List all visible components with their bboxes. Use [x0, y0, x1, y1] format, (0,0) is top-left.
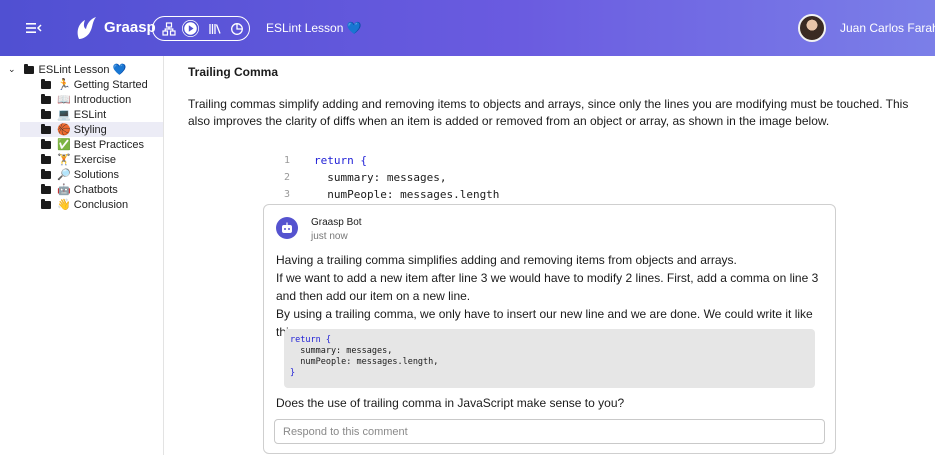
- comment-paragraph: If we want to add a new item after line …: [276, 271, 819, 303]
- comment-time: just now: [311, 231, 348, 242]
- breadcrumb[interactable]: ESLint Lesson 💙: [266, 21, 362, 35]
- code-block: return { summary: messages, numPeople: m…: [284, 329, 815, 388]
- line-number: 3: [284, 189, 291, 200]
- comment-author: Graasp Bot: [311, 217, 362, 228]
- player-mode-icon[interactable]: [182, 20, 199, 37]
- sidebar-item-label: 👋 Conclusion: [57, 199, 129, 211]
- chatbot-comment-card: Graasp Bot just now Having a trailing co…: [263, 204, 836, 454]
- folder-icon: [41, 153, 51, 164]
- folder-icon: [41, 183, 51, 194]
- sidebar-item-conclusion[interactable]: 👋 Conclusion: [20, 197, 163, 212]
- sidebar-item-label: 🏋 Exercise: [57, 154, 116, 166]
- sidebar-item-introduction[interactable]: 📖 Introduction: [20, 92, 163, 107]
- avatar[interactable]: [798, 14, 826, 42]
- folder-icon: [41, 138, 51, 149]
- sidebar-tree: ⌄ ESLint Lesson 💙 🏃 Getting Started 📖 In…: [0, 56, 164, 455]
- sidebar-item-chatbots[interactable]: 🤖 Chatbots: [20, 182, 163, 197]
- analytics-icon[interactable]: [228, 20, 245, 37]
- code-line: return {: [290, 335, 331, 345]
- app-header: Graasp ESLint Lesson 💙 Juan Carlos Farah: [0, 0, 935, 56]
- folder-icon: [41, 123, 51, 134]
- code-line: summary: messages,: [290, 346, 393, 356]
- sidebar-item-solutions[interactable]: 🔎 Solutions: [20, 167, 163, 182]
- code-line: 1 return {: [284, 152, 499, 169]
- sidebar-item-getting-started[interactable]: 🏃 Getting Started: [20, 77, 163, 92]
- sidebar-item-label: ✅ Best Practices: [57, 139, 145, 151]
- sidebar-item-label: 🏃 Getting Started: [57, 79, 148, 91]
- comment-paragraph: Having a trailing comma simplifies addin…: [276, 253, 737, 267]
- sidebar-item-label: 🏀 Styling: [57, 124, 107, 136]
- folder-icon: [23, 63, 34, 74]
- sidebar-item-label: 📖 Introduction: [57, 94, 132, 106]
- line-number: 1: [284, 155, 291, 166]
- code-text: return {: [314, 154, 367, 167]
- user-name[interactable]: Juan Carlos Farah: [840, 21, 935, 35]
- sidebar-item-styling[interactable]: 🏀 Styling: [20, 122, 163, 137]
- tree-root-item[interactable]: ⌄ ESLint Lesson 💙: [8, 62, 126, 77]
- library-icon[interactable]: [206, 20, 223, 37]
- sidebar-item-exercise[interactable]: 🏋 Exercise: [20, 152, 163, 167]
- code-line: 2 summary: messages,: [284, 169, 499, 186]
- code-line: numPeople: messages.length,: [290, 357, 439, 367]
- bot-icon: [276, 217, 298, 239]
- code-line: 3 numPeople: messages.length: [284, 186, 499, 203]
- code-text: summary: messages,: [314, 171, 447, 184]
- folder-icon: [41, 168, 51, 179]
- page-title: Trailing Comma: [188, 65, 279, 79]
- graasp-logo-icon[interactable]: [74, 15, 98, 41]
- brand-name[interactable]: Graasp: [104, 19, 156, 36]
- folder-icon: [41, 198, 51, 209]
- sidebar-item-label: 🤖 Chatbots: [57, 184, 118, 196]
- code-line: }: [290, 368, 296, 378]
- chevron-down-icon[interactable]: ⌄: [8, 64, 16, 75]
- tree-root-label: ESLint Lesson 💙: [38, 64, 127, 76]
- folder-icon: [41, 93, 51, 104]
- folder-icon: [41, 78, 51, 89]
- code-image: 1 return { 2 summary: messages, 3 numPeo…: [284, 152, 499, 203]
- code-text: numPeople: messages.length: [314, 188, 500, 201]
- menu-icon[interactable]: [26, 19, 42, 37]
- sidebar-item-label: 🔎 Solutions: [57, 169, 120, 181]
- view-mode-switch: [152, 16, 250, 41]
- comment-question: Does the use of trailing comma in JavaSc…: [276, 396, 625, 410]
- sidebar-item-label: 💻 ESLint: [57, 109, 107, 121]
- builder-mode-icon[interactable]: [160, 20, 177, 37]
- respond-input[interactable]: [274, 419, 825, 444]
- sidebar-item-best-practices[interactable]: ✅ Best Practices: [20, 137, 163, 152]
- folder-icon: [41, 108, 51, 119]
- line-number: 2: [284, 172, 291, 183]
- sidebar-item-eslint[interactable]: 💻 ESLint: [20, 107, 163, 122]
- lesson-description: Trailing commas simplify adding and remo…: [188, 97, 909, 128]
